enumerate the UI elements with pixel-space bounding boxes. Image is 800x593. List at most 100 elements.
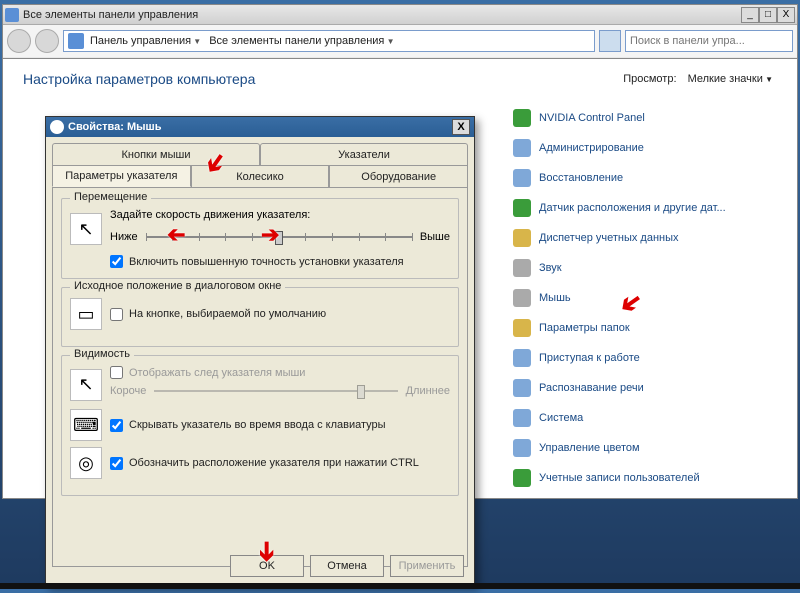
snap-to-checkbox[interactable]: На кнопке, выбираемой по умолчанию [110,308,326,321]
credentials-icon [513,229,531,247]
cp-item-admin[interactable]: Администрирование [513,137,773,159]
group-title: Перемещение [70,191,151,203]
slider-low-label: Ниже [110,231,138,243]
view-label: Просмотр: [623,73,676,85]
maximize-button[interactable]: □ [759,7,777,23]
forward-button[interactable] [35,29,59,53]
cancel-button[interactable]: Отмена [310,555,384,577]
ctrl-preview-icon: ◎ [70,447,102,479]
cp-item-label: Система [539,412,583,424]
system-icon [513,409,531,427]
tab-buttons[interactable]: Кнопки мыши [52,143,260,165]
ctrl-locate-checkbox[interactable]: Обозначить расположение указателя при на… [110,457,419,470]
recovery-icon [513,169,531,187]
tab-pane: Перемещение ↖ Задайте скорость движения … [52,187,468,567]
admin-icon [513,139,531,157]
window-icon [5,8,19,22]
group-title: Видимость [70,348,134,360]
trails-preview-icon: ↖ [70,369,102,401]
taskbar[interactable] [0,583,800,589]
cp-item-system[interactable]: Система [513,407,773,429]
view-dropdown[interactable]: Мелкие значки [688,73,773,85]
enhance-precision-input[interactable] [110,255,123,268]
cp-item-mouse[interactable]: Мышь [513,287,773,309]
cp-item-location[interactable]: Датчик расположения и другие дат... [513,197,773,219]
cp-item-label: Мышь [539,292,571,304]
minimize-button[interactable]: _ [741,7,759,23]
refresh-button[interactable] [599,30,621,52]
mouse-icon [513,289,531,307]
color-icon [513,439,531,457]
start-icon [513,349,531,367]
ctrl-locate-input[interactable] [110,457,123,470]
hide-typing-input[interactable] [110,419,123,432]
snap-preview-icon: ▭ [70,298,102,330]
ctrl-locate-label: Обозначить расположение указателя при на… [129,457,419,469]
speech-icon [513,379,531,397]
cp-item-users[interactable]: Учетные записи пользователей [513,467,773,489]
speed-label: Задайте скорость движения указателя: [110,209,450,221]
cp-item-color[interactable]: Управление цветом [513,437,773,459]
cp-item-sound[interactable]: Звук [513,257,773,279]
cp-item-folder-options[interactable]: Параметры папок [513,317,773,339]
breadcrumb[interactable]: Панель управления Все элементы панели уп… [63,30,595,52]
tab-wheel[interactable]: Колесико [191,165,330,187]
sound-icon [513,259,531,277]
control-panel-window: Все элементы панели управления _ □ X Пан… [2,4,798,59]
close-button[interactable]: X [777,7,795,23]
nvidia-icon [513,109,531,127]
titlebar: Все элементы панели управления _ □ X [3,5,797,25]
cp-item-speech[interactable]: Распознавание речи [513,377,773,399]
apply-button: Применить [390,555,464,577]
cursor-preview-icon: ↖ [70,213,102,245]
cp-item-label: Датчик расположения и другие дат... [539,202,726,214]
trails-label: Отображать след указателя мыши [129,367,305,379]
cp-item-credentials[interactable]: Диспетчер учетных данных [513,227,773,249]
enhance-precision-checkbox[interactable]: Включить повышенную точность установки у… [110,255,450,268]
group-title: Исходное положение в диалоговом окне [70,280,285,292]
cp-item-label: Администрирование [539,142,644,154]
location-icon [513,199,531,217]
search-input[interactable] [625,30,793,52]
slider-high-label: Выше [420,231,450,243]
trails-length-slider [154,385,397,397]
snap-to-label: На кнопке, выбираемой по умолчанию [129,308,326,320]
enhance-precision-label: Включить повышенную точность установки у… [129,256,404,268]
mouse-dialog-icon [50,120,64,134]
view-mode: Просмотр: Мелкие значки [623,73,773,85]
cp-item-label: NVIDIA Control Panel [539,112,645,124]
group-visibility: Видимость ↖ Отображать след указателя мы… [61,355,459,496]
cp-item-nvidia[interactable]: NVIDIA Control Panel [513,107,773,129]
users-icon [513,469,531,487]
dialog-close-button[interactable]: X [452,119,470,135]
back-button[interactable] [7,29,31,53]
folder-icon [513,319,531,337]
trails-input[interactable] [110,366,123,379]
tab-hardware[interactable]: Оборудование [329,165,468,187]
dialog-titlebar: Свойства: Мышь X [46,117,474,137]
pointer-speed-slider[interactable] [146,231,412,243]
snap-to-input[interactable] [110,308,123,321]
hide-preview-icon: ⌨ [70,409,102,441]
ok-button[interactable]: OK [230,555,304,577]
trails-long-label: Длиннее [406,385,450,397]
group-motion: Перемещение ↖ Задайте скорость движения … [61,198,459,279]
trails-checkbox[interactable]: Отображать след указателя мыши [110,366,450,379]
hide-typing-label: Скрывать указатель во время ввода с клав… [129,419,386,431]
cp-item-label: Приступая к работе [539,352,640,364]
group-snap-to: Исходное положение в диалоговом окне ▭ Н… [61,287,459,347]
cp-item-label: Распознавание речи [539,382,644,394]
breadcrumb-seg[interactable]: Панель управления [88,35,203,47]
cp-item-label: Звук [539,262,562,274]
trails-short-label: Короче [110,385,146,397]
breadcrumb-seg[interactable]: Все элементы панели управления [207,35,396,47]
cp-item-getting-started[interactable]: Приступая к работе [513,347,773,369]
cp-item-recovery[interactable]: Восстановление [513,167,773,189]
cp-item-label: Параметры папок [539,322,630,334]
tab-pointer-options[interactable]: Параметры указателя [52,165,191,187]
tab-pointers[interactable]: Указатели [260,143,468,165]
hide-typing-checkbox[interactable]: Скрывать указатель во время ввода с клав… [110,419,386,432]
cp-item-label: Восстановление [539,172,623,184]
control-panel-items: NVIDIA Control Panel Администрирование В… [513,107,773,489]
dialog-title: Свойства: Мышь [68,121,162,133]
